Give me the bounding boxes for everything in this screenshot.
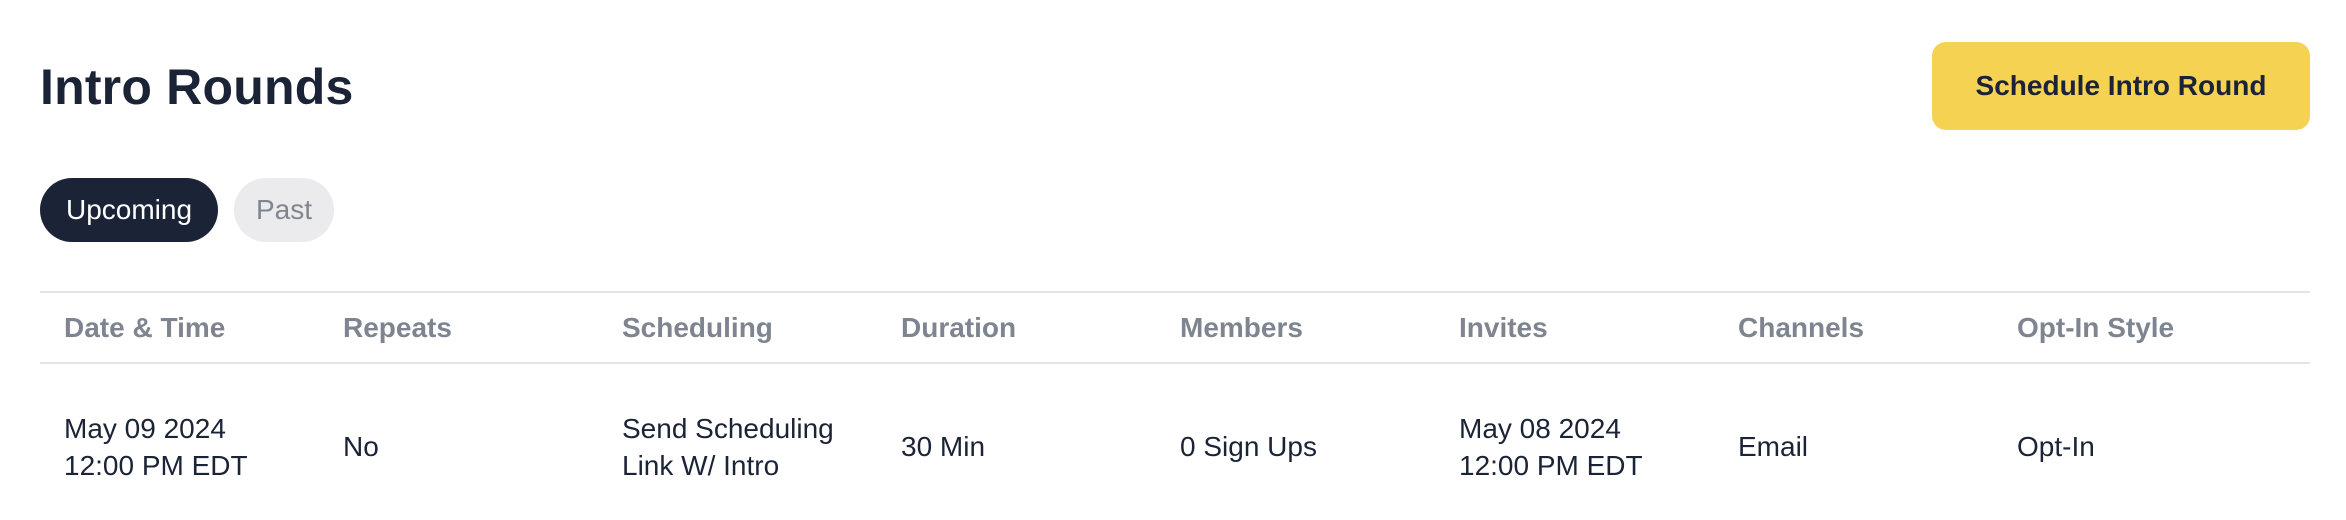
scheduling-value-line1: Send Scheduling <box>622 412 834 444</box>
column-header-members[interactable]: Members <box>1156 312 1435 344</box>
schedule-intro-round-button[interactable]: Schedule Intro Round <box>1932 42 2310 130</box>
column-header-channels[interactable]: Channels <box>1714 312 1993 344</box>
page-title: Intro Rounds <box>40 59 354 115</box>
cell-scheduling: Send Scheduling Link W/ Intro <box>598 410 877 484</box>
column-header-duration[interactable]: Duration <box>877 312 1156 344</box>
cell-members: 0 Sign Ups <box>1180 431 1317 462</box>
invites-time-value: 12:00 PM EDT <box>1459 449 1643 481</box>
column-header-date-time[interactable]: Date & Time <box>40 312 319 344</box>
cell-repeats: No <box>343 431 379 462</box>
column-header-opt-in-style[interactable]: Opt-In Style <box>1993 312 2272 344</box>
scheduling-value-line2: Link W/ Intro <box>622 449 780 481</box>
column-header-scheduling[interactable]: Scheduling <box>598 312 877 344</box>
round-filter-tabs: Upcoming Past <box>40 178 334 242</box>
cell-opt-in-style: Opt-In <box>2017 431 2095 462</box>
column-header-invites[interactable]: Invites <box>1435 312 1714 344</box>
time-value: 12:00 PM EDT <box>64 449 248 481</box>
tab-upcoming[interactable]: Upcoming <box>40 178 218 242</box>
cell-invites: May 08 2024 12:00 PM EDT <box>1435 410 1714 484</box>
table-row[interactable]: May 09 2024 12:00 PM EDT No Send Schedul… <box>40 364 2310 520</box>
column-header-repeats[interactable]: Repeats <box>319 312 598 344</box>
table-header-row: Date & Time Repeats Scheduling Duration … <box>40 293 2310 364</box>
tab-past[interactable]: Past <box>234 178 334 242</box>
cell-duration: 30 Min <box>901 431 986 462</box>
cell-channels: Email <box>1738 431 1809 462</box>
date-value: May 09 2024 <box>64 412 226 444</box>
cell-date-time: May 09 2024 12:00 PM EDT <box>40 410 319 484</box>
intro-rounds-table: Date & Time Repeats Scheduling Duration … <box>40 291 2310 520</box>
intro-rounds-page: Intro Rounds Schedule Intro Round Upcomi… <box>0 0 2346 520</box>
invites-date-value: May 08 2024 <box>1459 412 1621 444</box>
